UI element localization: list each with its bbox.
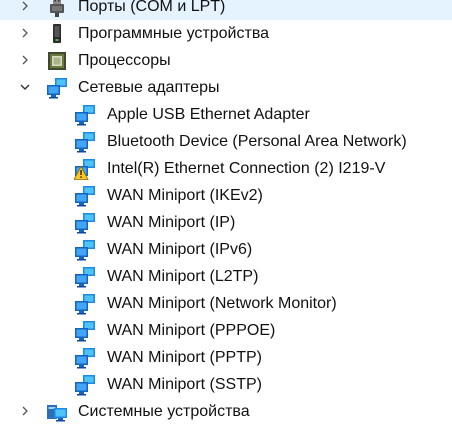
tree-category-label: Процессоры [78, 52, 171, 69]
tree-device-item[interactable]: WAN Miniport (IP) [0, 209, 452, 236]
tree-device-label: WAN Miniport (L2TP) [107, 268, 259, 285]
tree-category-label: Сетевые адаптеры [78, 79, 220, 96]
chevron-right-icon[interactable] [20, 28, 30, 38]
tree-device-item[interactable]: WAN Miniport (Network Monitor) [0, 290, 452, 317]
tree-device-item-warning[interactable]: Intel(R) Ethernet Connection (2) I219-V [0, 155, 452, 182]
tree-category-system-devices[interactable]: Системные устройства [0, 398, 452, 425]
port-icon [50, 0, 64, 17]
tree-device-label: WAN Miniport (PPTP) [107, 349, 262, 366]
device-tree: Порты (COM и LPT) Программные устройства… [0, 0, 452, 425]
tree-device-item[interactable]: WAN Miniport (IPv6) [0, 236, 452, 263]
tree-device-label: WAN Miniport (PPPOE) [107, 322, 276, 339]
tree-device-label: Apple USB Ethernet Adapter [107, 106, 310, 123]
network-adapter-icon [75, 294, 95, 315]
network-adapter-warning-icon [74, 159, 95, 180]
chevron-right-icon[interactable] [20, 1, 30, 11]
chevron-down-icon[interactable] [20, 82, 30, 92]
tree-device-label: WAN Miniport (Network Monitor) [107, 295, 337, 312]
network-adapter-icon [75, 321, 95, 342]
tree-device-label: WAN Miniport (IKEv2) [107, 187, 263, 204]
network-adapter-icon [75, 240, 95, 261]
network-adapter-icon [75, 105, 95, 126]
tree-device-label: WAN Miniport (IPv6) [107, 241, 253, 258]
network-adapter-icon [75, 375, 95, 396]
network-adapter-icon [47, 78, 67, 99]
tree-category-label: Порты (COM и LPT) [78, 0, 226, 15]
tree-device-item[interactable]: WAN Miniport (L2TP) [0, 263, 452, 290]
network-adapter-icon [75, 186, 95, 207]
network-adapter-icon [75, 267, 95, 288]
tree-device-item[interactable]: Apple USB Ethernet Adapter [0, 101, 452, 128]
network-adapter-icon [75, 348, 95, 369]
tree-device-label: Bluetooth Device (Personal Area Network) [107, 133, 407, 150]
processor-icon [48, 52, 66, 70]
system-device-icon [47, 405, 67, 422]
tree-device-item[interactable]: WAN Miniport (SSTP) [0, 371, 452, 398]
tree-category-ports[interactable]: Порты (COM и LPT) [0, 0, 452, 20]
tree-category-network-adapters[interactable]: Сетевые адаптеры [0, 74, 452, 101]
tree-device-label: WAN Miniport (IP) [107, 214, 236, 231]
software-device-icon [53, 24, 61, 43]
tree-category-software-devices[interactable]: Программные устройства [0, 20, 452, 47]
tree-device-item[interactable]: WAN Miniport (PPPOE) [0, 317, 452, 344]
chevron-right-icon[interactable] [20, 55, 30, 65]
tree-device-item[interactable]: Bluetooth Device (Personal Area Network) [0, 128, 452, 155]
chevron-right-icon[interactable] [20, 406, 30, 416]
tree-device-label: WAN Miniport (SSTP) [107, 376, 262, 393]
tree-device-item[interactable]: WAN Miniport (PPTP) [0, 344, 452, 371]
network-adapter-icon [75, 132, 95, 153]
tree-device-label: Intel(R) Ethernet Connection (2) I219-V [107, 160, 386, 177]
tree-device-item[interactable]: WAN Miniport (IKEv2) [0, 182, 452, 209]
tree-category-processors[interactable]: Процессоры [0, 47, 452, 74]
tree-category-label: Системные устройства [78, 403, 250, 420]
network-adapter-icon [75, 213, 95, 234]
tree-category-label: Программные устройства [78, 25, 270, 42]
